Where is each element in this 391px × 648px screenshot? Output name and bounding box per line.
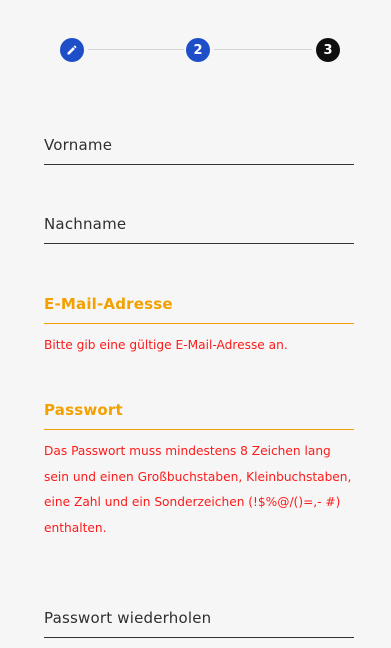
- password-repeat-underline: [44, 637, 354, 638]
- last-name-placeholder: Nachname: [44, 215, 127, 233]
- email-field[interactable]: E-Mail-Adresse Bitte gib eine gültige E-…: [44, 295, 354, 359]
- last-name-underline: [44, 243, 354, 244]
- step-connector-1: [88, 49, 184, 50]
- password-underline: [44, 429, 354, 430]
- first-name-field[interactable]: Vorname: [44, 136, 354, 165]
- step-connector-2: [214, 49, 312, 50]
- step-1-completed[interactable]: [60, 38, 84, 62]
- password-field[interactable]: Passwort Das Passwort muss mindestens 8 …: [44, 401, 354, 541]
- email-underline: [44, 323, 354, 324]
- email-error-message: Bitte gib eine gültige E-Mail-Adresse an…: [44, 338, 288, 352]
- first-name-underline: [44, 164, 354, 165]
- first-name-placeholder: Vorname: [44, 136, 113, 154]
- pencil-icon: [66, 44, 78, 56]
- step-2-active[interactable]: 2: [186, 38, 210, 62]
- step-3-number: 3: [323, 42, 333, 58]
- progress-stepper: 2 3: [60, 35, 342, 65]
- step-2-number: 2: [193, 42, 203, 58]
- registration-form-panel: 2 3 Vorname Nachname E-Mail-Adresse Bitt…: [0, 0, 391, 648]
- password-label: Passwort: [44, 401, 123, 419]
- password-repeat-placeholder: Passwort wiederholen: [44, 609, 212, 627]
- password-error-message: Das Passwort muss mindestens 8 Zeichen l…: [44, 444, 352, 535]
- password-repeat-field[interactable]: Passwort wiederholen: [44, 609, 354, 638]
- last-name-field[interactable]: Nachname: [44, 215, 354, 244]
- step-3-upcoming[interactable]: 3: [316, 38, 340, 62]
- email-label: E-Mail-Adresse: [44, 295, 173, 313]
